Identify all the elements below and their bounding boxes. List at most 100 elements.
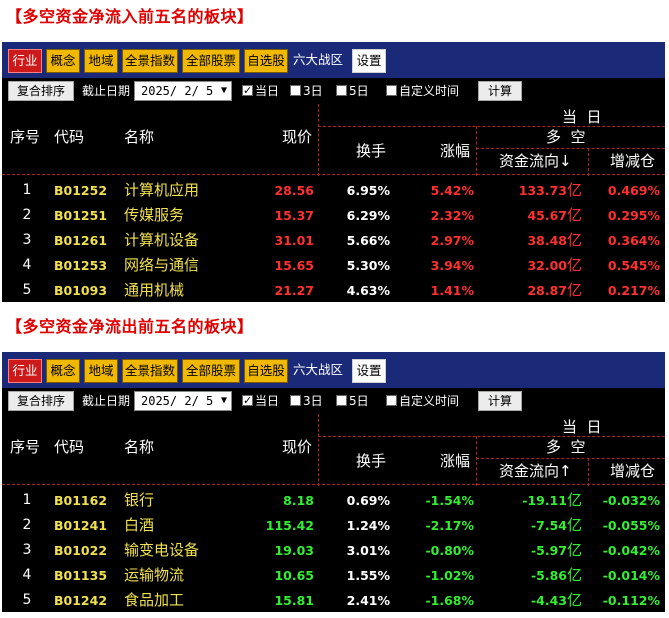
table-header: 序号 代码 名称 现价 当 日 换手 涨幅 多 空 资金流向↓ 增减仓 — [2, 104, 665, 176]
cell-fund-flow-value: -4.43 — [530, 593, 567, 608]
tab-all-stocks[interactable]: 全部股票 — [182, 359, 240, 383]
cell-fund-flow-value: 32.00 — [527, 258, 567, 273]
table-row[interactable]: 1 B01252 计算机应用 28.56 6.95% 5.42% 133.73亿… — [2, 178, 665, 203]
tab-industry[interactable]: 行业 — [8, 359, 42, 383]
custom-time-checkbox-label: 自定义时间 — [399, 394, 460, 408]
tab-region[interactable]: 地域 — [84, 49, 118, 73]
calculate-button[interactable]: 计算 — [478, 81, 522, 101]
composite-sort-button[interactable]: 复合排序 — [8, 81, 74, 101]
header-divider — [318, 436, 665, 437]
header-index: 序号 — [10, 128, 41, 146]
3day-checkbox[interactable]: 3日 — [290, 82, 323, 100]
header-name: 名称 — [124, 128, 155, 146]
cell-code: B01251 — [54, 208, 108, 223]
header-divider — [588, 148, 589, 176]
tab-concept[interactable]: 概念 — [46, 359, 80, 383]
toolbar: 复合排序 截止日期 2025/ 2/ 5 ▼ ✓ 当日 3日 5日 自定义时间 计… — [2, 78, 665, 104]
cell-fund-flow-value: -19.11 — [522, 493, 567, 508]
cell-turnover: 6.95% — [346, 183, 390, 198]
header-longshort: 多 空 — [546, 438, 586, 456]
cell-price: 115.42 — [265, 518, 314, 533]
5day-checkbox[interactable]: 5日 — [336, 82, 369, 100]
date-value: 2025/ 2/ 5 — [141, 84, 214, 98]
cell-code: B01162 — [54, 493, 108, 508]
tab-six-zones[interactable]: 六大战区 — [290, 49, 346, 73]
cell-fund-flow-value: 28.87 — [527, 283, 567, 298]
header-divider — [476, 458, 665, 459]
custom-time-checkbox-label: 自定义时间 — [399, 84, 460, 98]
header-position-change: 增减仓 — [610, 152, 656, 170]
cell-price: 15.37 — [274, 208, 314, 223]
cell-fund-flow: -19.11亿 — [480, 488, 582, 513]
header-turnover: 换手 — [356, 452, 387, 470]
custom-time-checkbox[interactable]: 自定义时间 — [386, 82, 459, 100]
settings-button[interactable]: 设置 — [352, 49, 386, 73]
chevron-down-icon: ▼ — [220, 85, 227, 96]
cell-fund-flow-unit: 亿 — [566, 256, 582, 274]
header-today: 当 日 — [562, 418, 602, 436]
tab-six-zones[interactable]: 六大战区 — [290, 359, 346, 383]
header-position-change: 增减仓 — [610, 462, 656, 480]
cell-position-change: 0.217% — [607, 283, 660, 298]
custom-time-checkbox[interactable]: 自定义时间 — [386, 392, 459, 410]
tab-panorama-index[interactable]: 全景指数 — [122, 49, 178, 73]
cell-change: -0.80% — [425, 543, 474, 558]
checkbox-checked-icon: ✓ — [242, 394, 253, 407]
5day-checkbox[interactable]: 5日 — [336, 392, 369, 410]
3day-checkbox[interactable]: 3日 — [290, 392, 323, 410]
today-checkbox[interactable]: ✓ 当日 — [242, 82, 279, 100]
cell-index: 4 — [22, 567, 32, 583]
cell-fund-flow: -4.43亿 — [480, 588, 582, 613]
5day-checkbox-label: 5日 — [349, 84, 369, 98]
tab-concept[interactable]: 概念 — [46, 49, 80, 73]
date-select[interactable]: 2025/ 2/ 5 ▼ — [134, 391, 232, 411]
table-row[interactable]: 3 B01022 输变电设备 19.03 3.01% -0.80% -5.97亿… — [2, 538, 665, 563]
cell-fund-flow: 28.87亿 — [480, 278, 582, 303]
table-row[interactable]: 5 B01242 食品加工 15.81 2.41% -1.68% -4.43亿 … — [2, 588, 665, 613]
settings-button[interactable]: 设置 — [352, 359, 386, 383]
today-checkbox[interactable]: ✓ 当日 — [242, 392, 279, 410]
table-row[interactable]: 4 B01253 网络与通信 15.65 5.30% 3.94% 32.00亿 … — [2, 253, 665, 278]
cell-fund-flow: 133.73亿 — [480, 178, 582, 203]
cell-position-change: 0.469% — [607, 183, 660, 198]
outflow-title: 【多空资金净流出前五名的板块】 — [6, 317, 254, 336]
table-row[interactable]: 2 B01241 白酒 115.42 1.24% -2.17% -7.54亿 -… — [2, 513, 665, 538]
checkbox-checked-icon: ✓ — [242, 84, 253, 97]
cell-turnover: 0.69% — [346, 493, 390, 508]
composite-sort-button[interactable]: 复合排序 — [8, 391, 74, 411]
table-row[interactable]: 4 B01135 运输物流 10.65 1.55% -1.02% -5.86亿 … — [2, 563, 665, 588]
cell-fund-flow-value: 38.48 — [527, 233, 567, 248]
header-divider — [318, 414, 319, 486]
calculate-button[interactable]: 计算 — [478, 391, 522, 411]
today-checkbox-label: 当日 — [255, 84, 280, 98]
header-longshort: 多 空 — [546, 128, 586, 146]
cell-index: 4 — [22, 257, 32, 273]
tab-watchlist[interactable]: 自选股 — [244, 359, 288, 383]
checkbox-icon — [290, 85, 301, 96]
header-divider — [588, 458, 589, 486]
cell-index: 1 — [22, 492, 32, 508]
table-row[interactable]: 5 B01093 通用机械 21.27 4.63% 1.41% 28.87亿 0… — [2, 278, 665, 303]
table-row[interactable]: 2 B01251 传媒服务 15.37 6.29% 2.32% 45.67亿 0… — [2, 203, 665, 228]
cell-change: 2.97% — [430, 233, 474, 248]
cell-fund-flow-unit: 亿 — [566, 231, 582, 249]
tab-region[interactable]: 地域 — [84, 359, 118, 383]
tab-panorama-index[interactable]: 全景指数 — [122, 359, 178, 383]
table-row[interactable]: 1 B01162 银行 8.18 0.69% -1.54% -19.11亿 -0… — [2, 488, 665, 513]
header-index: 序号 — [10, 438, 41, 456]
tab-industry[interactable]: 行业 — [8, 49, 42, 73]
3day-checkbox-label: 3日 — [303, 84, 323, 98]
cell-position-change: 0.545% — [607, 258, 660, 273]
tab-all-stocks[interactable]: 全部股票 — [182, 49, 240, 73]
table-row[interactable]: 3 B01261 计算机设备 31.01 5.66% 2.97% 38.48亿 … — [2, 228, 665, 253]
header-code: 代码 — [54, 438, 85, 456]
header-divider — [476, 436, 477, 486]
tab-watchlist[interactable]: 自选股 — [244, 49, 288, 73]
cell-price: 10.65 — [274, 568, 314, 583]
cell-turnover: 4.63% — [346, 283, 390, 298]
header-today: 当 日 — [562, 108, 602, 126]
header-divider — [476, 126, 477, 176]
date-label: 截止日期 — [82, 84, 131, 98]
header-price: 现价 — [282, 438, 313, 456]
date-select[interactable]: 2025/ 2/ 5 ▼ — [134, 81, 232, 101]
